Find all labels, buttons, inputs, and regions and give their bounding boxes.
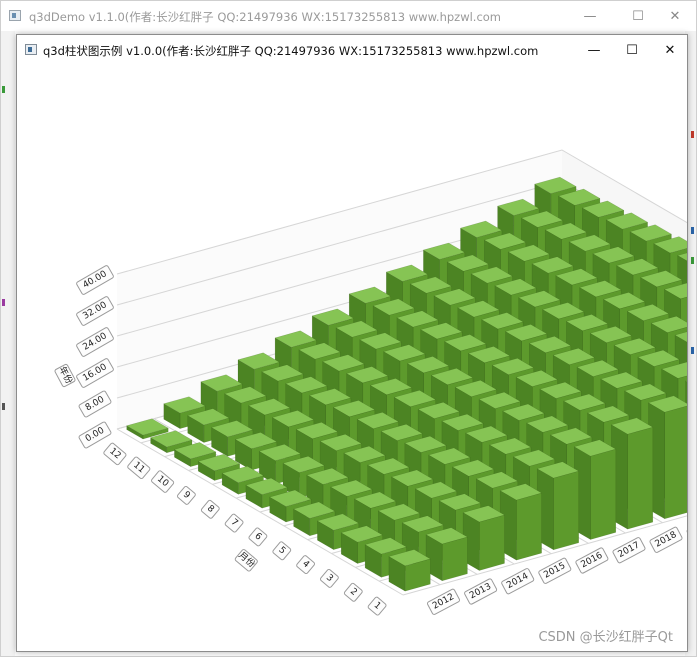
background-mark (691, 347, 694, 354)
month-tick-label: 10 (151, 470, 175, 493)
bar3d[interactable] (499, 483, 543, 561)
bar3d-chart-area[interactable]: 0.000.008.008.0016.0016.0024.0024.0032.0… (17, 65, 687, 651)
bar-front-face (442, 536, 468, 582)
value-tick-label: 8.00 (78, 390, 112, 418)
year-tick-label: 2015 (538, 557, 572, 584)
year-tick-label: 2019 (686, 516, 687, 543)
bar3d[interactable] (647, 395, 688, 520)
background-mark (2, 299, 5, 306)
outer-titlebar: q3dDemo v1.1.0(作者:长沙红胖子 QQ:21497936 WX:1… (1, 1, 696, 31)
bar3d-chart[interactable]: 0.000.008.008.0016.0016.0024.0024.0032.0… (17, 65, 687, 651)
bar3d[interactable] (388, 549, 431, 592)
outer-minimize-button[interactable]: — (567, 1, 613, 31)
year-tick-label: 2014 (501, 568, 535, 595)
background-mark (2, 403, 5, 410)
month-tick-label: 8 (200, 499, 220, 519)
year-tick-label: 2017 (612, 537, 646, 564)
bar-front-face (627, 426, 653, 530)
value-tick-label: 16.00 (76, 358, 114, 388)
app-window-icon (25, 44, 37, 55)
outer-window: q3dDemo v1.1.0(作者:长沙红胖子 QQ:21497936 WX:1… (0, 0, 697, 657)
bar-front-face (479, 514, 505, 571)
month-tick-label: 5 (272, 541, 292, 561)
month-tick-label: 3 (320, 568, 339, 588)
csdn-watermark: CSDN @长沙红胖子Qt (538, 630, 673, 645)
row-axis-title: 月份 (234, 549, 258, 572)
month-tick-label: 6 (248, 527, 268, 547)
value-tick-label: 0.00 (78, 421, 112, 449)
bar-front-face (664, 405, 687, 520)
month-tick-label: 4 (296, 555, 315, 575)
column-axis-title: 年份 (54, 363, 76, 388)
month-tick-label: 11 (127, 456, 151, 480)
year-tick-label: 2016 (575, 547, 609, 574)
background-mark (691, 257, 694, 264)
background-mark (691, 227, 694, 234)
bar3d[interactable] (536, 461, 580, 551)
bar-chart-window: q3d柱状图示例 v1.0.0(作者:长沙红胖子 QQ:21497936 WX:… (16, 34, 688, 652)
month-tick-label: 7 (224, 513, 244, 533)
value-tick-label: 40.00 (76, 265, 114, 295)
bar3d[interactable] (462, 505, 506, 571)
background-panel-left (1, 31, 15, 656)
inner-close-button[interactable]: ✕ (647, 35, 693, 65)
background-mark (691, 131, 694, 138)
bar3d[interactable] (425, 527, 468, 582)
year-tick-label: 2018 (649, 526, 683, 553)
month-tick-label: 2 (343, 582, 363, 602)
value-tick-label: 24.00 (76, 327, 114, 357)
app-window-icon (9, 10, 21, 21)
month-tick-label: 12 (103, 442, 127, 466)
outer-close-button[interactable]: ✕ (652, 1, 697, 31)
inner-window-title: q3d柱状图示例 v1.0.0(作者:长沙红胖子 QQ:21497936 WX:… (43, 44, 539, 58)
month-tick-label: 9 (177, 485, 196, 505)
month-tick-label: 1 (367, 596, 387, 616)
value-tick-label: 32.00 (76, 296, 114, 326)
year-tick-label: 2013 (464, 578, 498, 605)
bar3d[interactable] (610, 417, 654, 530)
bar-front-face (590, 448, 616, 540)
background-mark (2, 86, 5, 93)
bar-front-face (516, 492, 542, 561)
outer-window-title: q3dDemo v1.1.0(作者:长沙红胖子 QQ:21497936 WX:1… (29, 10, 502, 24)
year-tick-label: 2012 (426, 588, 461, 615)
inner-titlebar: q3d柱状图示例 v1.0.0(作者:长沙红胖子 QQ:21497936 WX:… (17, 35, 687, 65)
bar-front-face (553, 470, 579, 551)
bar3d[interactable] (573, 439, 617, 540)
